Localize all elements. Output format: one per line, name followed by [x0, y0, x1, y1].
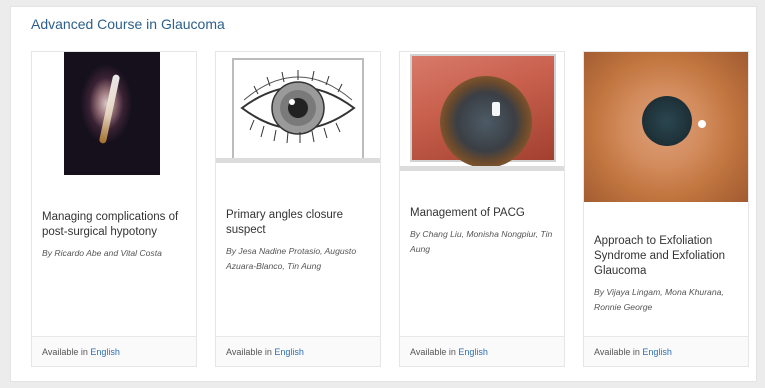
- course-authors: By Ricardo Abe and Vital Costa: [42, 248, 162, 258]
- course-thumbnail[interactable]: [216, 52, 380, 202]
- course-thumbnail[interactable]: [400, 52, 564, 202]
- thumbnail-divider: [400, 166, 564, 171]
- pupil: [642, 96, 692, 146]
- iris: [440, 76, 532, 168]
- availability-footer: Available in English: [32, 336, 196, 366]
- course-authors: By Jesa Nadine Protasio, Augusto Azuara-…: [226, 246, 357, 271]
- availability-label: Available in: [594, 347, 640, 357]
- course-section: Advanced Course in Glaucoma Managing com…: [10, 6, 757, 382]
- course-title[interactable]: Management of PACG: [410, 206, 554, 221]
- availability-label: Available in: [226, 347, 272, 357]
- course-authors: By Vijaya Lingam, Mona Khurana, Ronnie G…: [594, 287, 724, 312]
- course-thumbnail[interactable]: [584, 52, 748, 202]
- availability-footer: Available in English: [216, 336, 380, 366]
- availability-label: Available in: [42, 347, 88, 357]
- course-card-angle-closure[interactable]: Primary angles closure suspect By Jesa N…: [215, 51, 381, 367]
- availability-footer: Available in English: [584, 336, 748, 366]
- glare: [698, 120, 706, 128]
- eye-close-up-photo: [410, 54, 556, 168]
- course-title[interactable]: Primary angles closure suspect: [226, 208, 370, 238]
- eye-illustration-icon: [240, 70, 356, 144]
- language-link[interactable]: English: [90, 347, 120, 357]
- course-thumbnail[interactable]: [32, 52, 196, 202]
- course-title[interactable]: Managing complications of post-surgical …: [42, 210, 186, 240]
- course-title[interactable]: Approach to Exfoliation Syndrome and Exf…: [594, 234, 738, 279]
- thumbnail-divider: [216, 158, 380, 163]
- course-card-exfoliation[interactable]: Approach to Exfoliation Syndrome and Exf…: [583, 51, 749, 367]
- glare: [492, 102, 500, 116]
- eye-illustration-frame: [232, 58, 364, 160]
- course-card-hypotony[interactable]: Managing complications of post-surgical …: [31, 51, 197, 367]
- course-authors: By Chang Liu, Monisha Nongpiur, Tin Aung: [410, 229, 553, 254]
- language-link[interactable]: English: [274, 347, 304, 357]
- course-card-pacg[interactable]: Management of PACG By Chang Liu, Monisha…: [399, 51, 565, 367]
- language-link[interactable]: English: [458, 347, 488, 357]
- availability-label: Available in: [410, 347, 456, 357]
- language-link[interactable]: English: [642, 347, 672, 357]
- availability-footer: Available in English: [400, 336, 564, 366]
- section-title: Advanced Course in Glaucoma: [31, 16, 225, 32]
